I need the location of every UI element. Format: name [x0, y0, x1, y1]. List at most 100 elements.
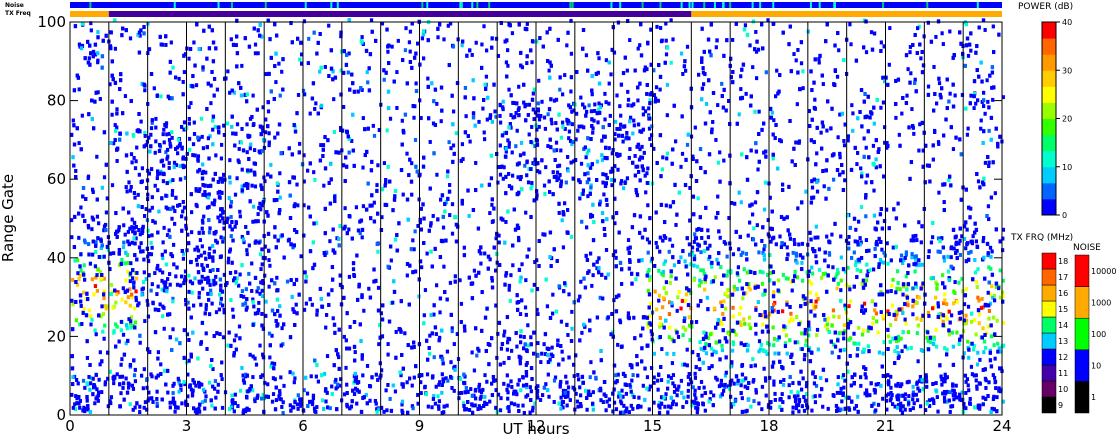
- echo-cell: [763, 288, 767, 293]
- echo-cell: [932, 65, 936, 69]
- echo-cell: [131, 276, 135, 281]
- echo-cell: [647, 407, 651, 412]
- echo-cell: [240, 63, 244, 68]
- echo-cell: [474, 40, 478, 45]
- echo-cell: [995, 395, 999, 400]
- echo-cell: [464, 386, 468, 390]
- echo-cell: [233, 276, 237, 281]
- echo-cell: [129, 152, 134, 157]
- echo-cell: [225, 121, 230, 126]
- echo-cell: [565, 43, 569, 48]
- echo-cell: [544, 382, 548, 387]
- echo-cell: [737, 247, 741, 252]
- echo-cell: [704, 351, 709, 356]
- echo-cell: [800, 404, 804, 409]
- echo-cell: [78, 405, 82, 410]
- echo-cell: [772, 379, 776, 384]
- echo-cell: [211, 244, 215, 248]
- echo-cell: [941, 42, 945, 47]
- echo-cell: [91, 376, 95, 381]
- echo-cell: [325, 354, 330, 359]
- echo-cell: [784, 276, 788, 281]
- echo-cell: [584, 388, 588, 393]
- echo-cell: [814, 299, 818, 304]
- echo-cell: [795, 315, 799, 319]
- echo-cell: [764, 393, 768, 398]
- echo-cell: [744, 376, 748, 381]
- echo-cell: [448, 183, 452, 187]
- echo-cell: [536, 341, 540, 346]
- echo-cell: [365, 70, 369, 75]
- echo-cell: [697, 283, 702, 288]
- echo-cell: [235, 122, 240, 127]
- echo-cell: [260, 396, 264, 401]
- echo-cell: [958, 253, 963, 257]
- echo-cell: [112, 374, 116, 379]
- echo-cell: [791, 405, 795, 410]
- echo-cell: [841, 373, 846, 378]
- echo-cell: [748, 326, 753, 331]
- echo-cell: [266, 109, 271, 114]
- echo-cell: [502, 165, 506, 170]
- noise-mark: [976, 2, 979, 8]
- echo-cell: [472, 268, 477, 273]
- echo-cell: [720, 322, 724, 326]
- echo-cell: [133, 379, 138, 384]
- echo-cell: [912, 131, 916, 136]
- echo-cell: [953, 93, 957, 98]
- echo-cell: [483, 137, 487, 142]
- echo-cell: [898, 287, 902, 292]
- echo-cell: [950, 330, 954, 335]
- echo-cell: [894, 115, 898, 120]
- echo-cell: [760, 281, 765, 286]
- echo-cell: [400, 118, 404, 123]
- echo-cell: [133, 320, 138, 325]
- echo-cell: [761, 292, 765, 297]
- echo-cell: [714, 215, 718, 220]
- echo-cell: [124, 278, 128, 283]
- echo-cell: [639, 333, 643, 338]
- echo-cell: [206, 291, 210, 296]
- echo-cell: [747, 322, 751, 327]
- echo-cell: [248, 134, 252, 139]
- echo-cell: [552, 400, 556, 404]
- echo-cell: [92, 292, 96, 297]
- echo-cell: [817, 247, 822, 252]
- echo-cell: [751, 19, 756, 24]
- echo-cell: [854, 263, 858, 268]
- echo-cell: [230, 393, 234, 398]
- echo-cell: [591, 407, 595, 412]
- echo-cell: [89, 28, 93, 33]
- echo-cell: [718, 235, 722, 240]
- echo-cell: [156, 188, 160, 193]
- echo-cell: [646, 250, 650, 255]
- range-time-plot: Noise TX Freq 0 3 6 9 12 15 18 21 24 02040608010…: [0, 2, 1116, 435]
- echo-cell: [423, 384, 427, 389]
- echo-cell: [83, 385, 87, 390]
- echo-cell: [128, 271, 133, 276]
- echo-cell: [351, 267, 356, 272]
- echo-cell: [669, 274, 673, 279]
- echo-cell: [147, 47, 152, 52]
- echo-cell: [523, 163, 527, 168]
- echo-cell: [788, 236, 793, 241]
- echo-cell: [428, 140, 432, 144]
- echo-cell: [525, 382, 529, 387]
- echo-cell: [410, 192, 414, 197]
- echo-cell: [809, 299, 813, 304]
- echo-cell: [683, 327, 688, 332]
- echo-cell: [154, 139, 158, 144]
- echo-cell: [646, 203, 650, 208]
- echo-cell: [836, 382, 840, 387]
- echo-cell: [214, 281, 218, 286]
- echo-cell: [932, 337, 937, 342]
- echo-cell: [879, 310, 883, 315]
- echo-cell: [109, 283, 114, 287]
- echo-cell: [156, 350, 161, 355]
- echo-cell: [130, 160, 134, 165]
- echo-cell: [217, 307, 222, 312]
- echo-cell: [951, 344, 956, 349]
- echo-cell: [519, 340, 523, 345]
- echo-cell: [155, 389, 159, 394]
- echo-cell: [640, 144, 644, 149]
